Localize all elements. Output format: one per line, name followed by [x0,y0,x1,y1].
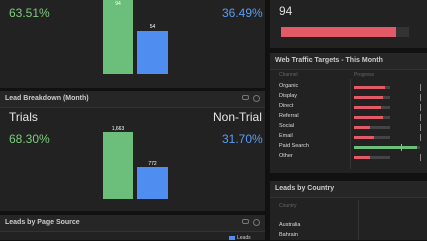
leads-country-header: Leads by Country [270,181,427,198]
leads-page-source-title: Leads by Page Source [5,219,80,226]
traffic-row-fill [354,106,381,109]
right-bar-value: 54 [149,24,156,30]
lead-breakdown-title: Lead Breakdown (Month) [5,95,89,102]
lead-breakdown-panel: Lead Breakdown (Month) Trials Non-Trial … [0,91,265,211]
gear-icon[interactable] [253,95,260,102]
target-marker [420,84,421,91]
trials-percent: 68.30% [9,132,50,146]
target-marker [420,124,421,131]
traffic-row-fill [354,136,374,139]
web-traffic-header: Web Traffic Targets - This Month [270,53,427,70]
non-trial-label: Non-Trial [213,110,262,124]
leads-country-title: Leads by Country [275,185,335,192]
right-bar [137,31,168,74]
progress-column-header: Progress [354,72,375,78]
traffic-row-fill [354,126,371,129]
left-bar-value: 94 [115,1,121,7]
traffic-row-fill [354,116,383,119]
traffic-row-label: Email [279,133,293,139]
metric-value: 94 [279,4,293,18]
gear-icon[interactable] [253,219,260,226]
traffic-row-track [354,116,390,119]
target-marker [420,134,421,141]
left-percent: 63.51% [9,6,50,20]
traffic-row-label: Other [279,153,293,159]
channel-column-header: Channel [279,72,298,78]
traffic-row-track [354,136,390,139]
traffic-row-track [354,106,390,109]
legend-swatch [229,236,235,240]
traffic-row-track [354,146,420,149]
traffic-row-label: Social [279,123,294,129]
top-left-panel: 63.51% 36.49% 94 54 [0,0,265,88]
non-trial-percent: 31.70% [222,132,263,146]
country-row-label: Bahrain [279,232,298,238]
traffic-row-track [354,86,390,89]
target-marker [420,104,421,111]
non-trial-bar [137,167,168,199]
comment-icon[interactable] [242,95,249,100]
trials-label: Trials [9,110,38,124]
target-marker [420,94,421,101]
traffic-row-fill [354,96,383,99]
column-divider [350,79,351,169]
country-column-header: Country [279,203,297,209]
target-marker [420,114,421,121]
traffic-row-label: Direct [279,103,294,109]
leads-page-source-panel: Leads by Page Source Leads [0,215,265,241]
top-right-panel: 94 [270,0,427,48]
metric-bar-fill [281,27,397,37]
left-bar [103,0,133,74]
traffic-row-label: Paid Search [279,143,309,149]
legend-label: Leads [237,235,251,241]
right-percent: 36.49% [222,6,263,20]
web-traffic-title: Web Traffic Targets - This Month [275,57,383,64]
country-row-label: Australia [279,222,301,228]
leads-page-source-header: Leads by Page Source [0,215,265,232]
target-marker [420,154,421,161]
traffic-row-track [354,156,390,159]
metric-bar-track [281,27,409,37]
traffic-row-track [354,126,390,129]
traffic-row-label: Organic [279,83,299,89]
traffic-row-fill [354,146,417,149]
traffic-row-label: Display [279,93,298,99]
web-traffic-panel: Web Traffic Targets - This Month Channel… [270,53,427,173]
traffic-row-fill [354,86,385,89]
column-divider [358,200,359,240]
comment-icon[interactable] [242,219,249,224]
lead-breakdown-header: Lead Breakdown (Month) [0,91,265,108]
trials-bar [103,132,133,199]
leads-country-panel: Leads by Country Country Australia Bahra… [270,181,427,240]
traffic-row-label: Referral [279,113,299,119]
target-marker [401,144,402,151]
traffic-row-fill [354,156,371,159]
traffic-row-track [354,96,390,99]
